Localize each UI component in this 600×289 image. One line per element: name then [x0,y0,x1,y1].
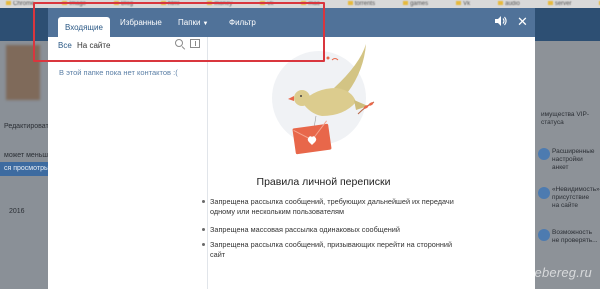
background-text: Редактировать [4,123,53,130]
bookmark-item[interactable]: audio [498,1,520,7]
background-text: может меньше [4,152,52,159]
bookmark-item[interactable]: server [548,1,572,7]
column-divider [207,37,208,289]
rules-title: Правила личной переписки [256,176,391,188]
background-icon [538,148,550,160]
background-text: 2016 [9,208,25,215]
bookmark-item[interactable]: torrents [348,1,375,7]
rule-item: Запрещена рассылка сообщений, призывающи… [202,240,460,259]
background-text: ся просмотры [4,165,49,172]
watermark: webereg.ru [524,265,592,280]
background-icon [538,187,550,199]
background-text: «Невидимость» присутствие на сайте [552,186,600,209]
background-icon [538,229,550,241]
bookmark-item[interactable]: games [403,1,428,7]
bookmark-item[interactable]: Vk [456,1,470,7]
sound-icon[interactable] [494,15,507,31]
empty-contacts-text: В этой папке пока нет контактов :( [59,68,178,77]
background-text: Расширенные настройки анкет [552,148,595,171]
rule-item: Запрещена массовая рассылка одинаковых с… [202,225,460,235]
background-text: Возможность не проверять... [552,229,598,244]
highlight-frame [33,2,325,62]
bookmark-item[interactable]: Chrome [6,1,34,7]
close-icon[interactable]: ✕ [517,15,528,29]
background-text: имущества VIP-статуса [541,111,589,126]
rule-item: Запрещена рассылка сообщений, требующих … [202,197,460,216]
background-header-right [535,8,600,41]
